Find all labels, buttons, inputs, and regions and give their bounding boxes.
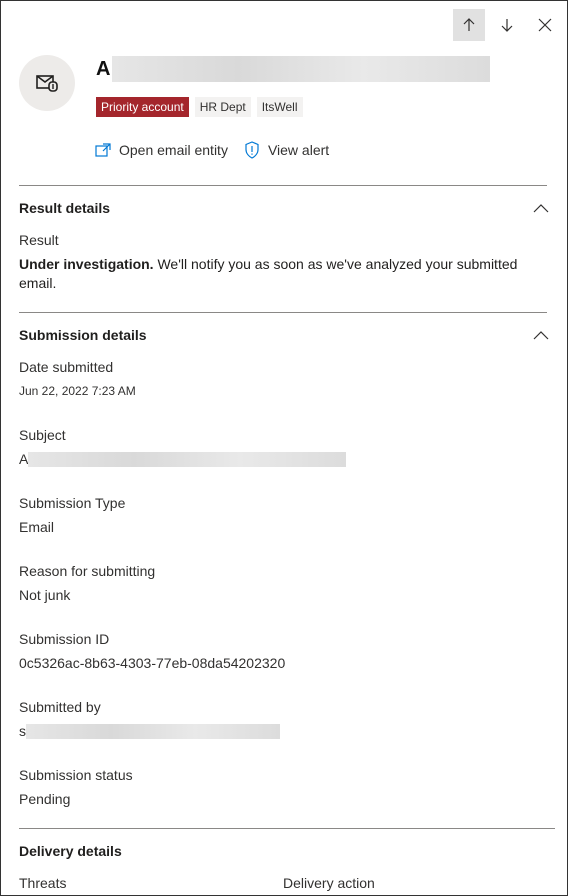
close-icon bbox=[538, 18, 552, 32]
submission-id-value: 0c5326ac-8b63-4303-77eb-08da54202320 bbox=[19, 655, 286, 671]
priority-account-tag: Priority account bbox=[96, 97, 189, 117]
previous-item-button[interactable] bbox=[453, 9, 485, 41]
reason-label: Reason for submitting bbox=[19, 563, 156, 579]
reason-value: Not junk bbox=[19, 587, 71, 603]
chevron-up-icon bbox=[533, 204, 549, 213]
close-button[interactable] bbox=[529, 9, 561, 41]
divider bbox=[19, 185, 547, 186]
email-title: A bbox=[96, 55, 491, 83]
redacted-block bbox=[112, 56, 491, 82]
arrow-down-icon bbox=[501, 19, 513, 32]
submitted-by-label: Submitted by bbox=[19, 699, 101, 715]
tag-list: Priority account HR Dept ItsWell bbox=[96, 97, 303, 117]
view-alert-button[interactable]: View alert bbox=[244, 141, 329, 159]
delivery-details-heading: Delivery details bbox=[19, 843, 122, 859]
submission-id-label: Submission ID bbox=[19, 631, 110, 647]
chevron-up-icon bbox=[533, 331, 549, 340]
submitted-by-value: s bbox=[19, 723, 280, 739]
title-text: A bbox=[96, 57, 111, 80]
divider bbox=[19, 312, 547, 313]
result-status: Under investigation. bbox=[19, 256, 154, 272]
date-submitted-value: Jun 22, 2022 7:23 AM bbox=[19, 384, 136, 398]
hr-dept-tag: HR Dept bbox=[194, 97, 251, 117]
details-panel: A Priority account HR Dept ItsWell Open … bbox=[0, 0, 568, 896]
panel-nav bbox=[453, 9, 561, 41]
result-label: Result bbox=[19, 232, 59, 248]
arrow-up-icon bbox=[463, 18, 475, 31]
redacted-block bbox=[28, 451, 347, 467]
submitted-by-text: s bbox=[19, 723, 26, 739]
subject-label: Subject bbox=[19, 427, 66, 443]
submission-details-heading: Submission details bbox=[19, 327, 147, 343]
submission-type-value: Email bbox=[19, 519, 55, 535]
open-email-entity-button[interactable]: Open email entity bbox=[95, 141, 228, 159]
result-details-header[interactable]: Result details bbox=[19, 196, 549, 220]
date-submitted-label: Date submitted bbox=[19, 359, 114, 375]
threats-label: Threats bbox=[19, 875, 67, 891]
submission-status-value: Pending bbox=[19, 791, 71, 807]
open-email-entity-label: Open email entity bbox=[119, 142, 228, 158]
action-bar: Open email entity View alert bbox=[95, 141, 329, 159]
redacted-block bbox=[26, 723, 280, 739]
next-item-button[interactable] bbox=[491, 9, 523, 41]
itswell-tag: ItsWell bbox=[256, 97, 303, 117]
view-alert-label: View alert bbox=[267, 142, 330, 158]
subject-text: A bbox=[19, 451, 29, 467]
delivery-action-label: Delivery action bbox=[283, 875, 375, 891]
open-external-icon bbox=[95, 143, 111, 157]
submission-type-label: Submission Type bbox=[19, 495, 126, 511]
delivery-details-header[interactable]: Delivery details bbox=[19, 839, 549, 863]
result-value: Under investigation. We'll notify you as… bbox=[19, 255, 539, 293]
divider bbox=[19, 828, 555, 829]
submission-status-label: Submission status bbox=[19, 767, 133, 783]
email-attachment-icon bbox=[36, 75, 58, 92]
submission-details-header[interactable]: Submission details bbox=[19, 323, 549, 347]
result-details-heading: Result details bbox=[19, 200, 111, 216]
shield-icon bbox=[245, 141, 259, 159]
email-avatar bbox=[19, 55, 75, 111]
subject-value: A bbox=[19, 451, 347, 467]
